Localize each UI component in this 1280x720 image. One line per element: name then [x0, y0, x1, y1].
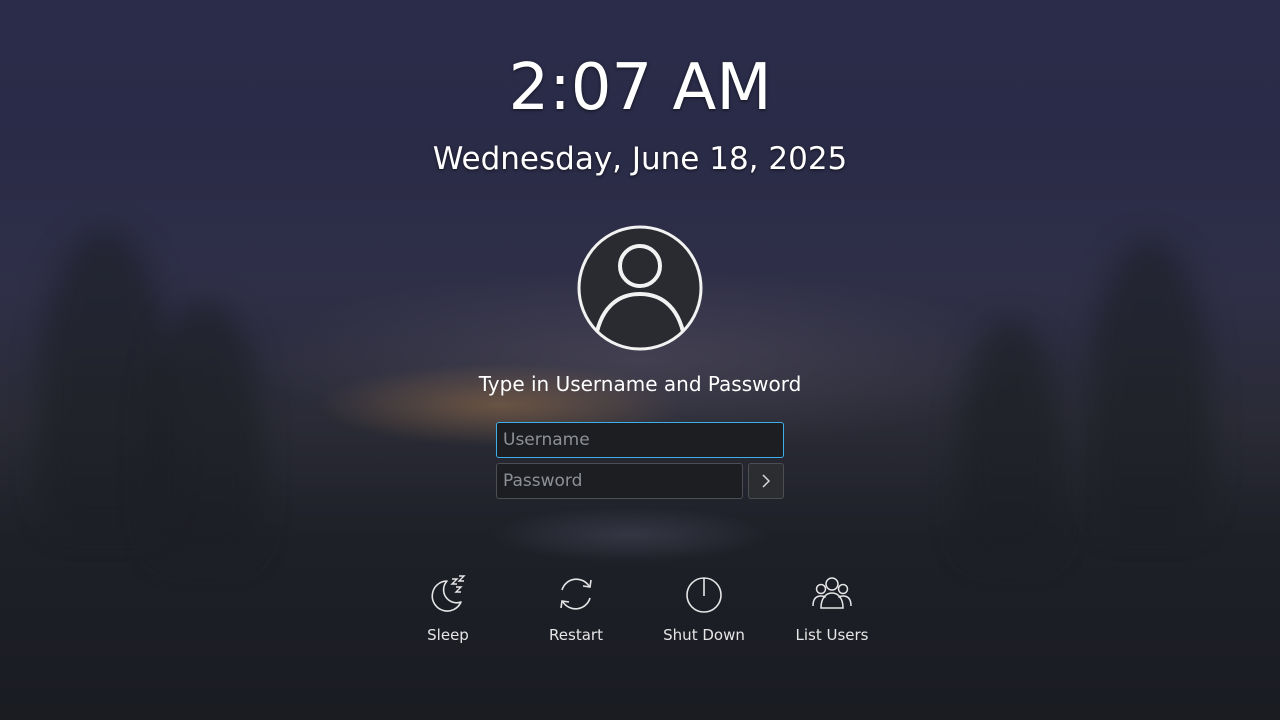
chevron-right-icon	[762, 474, 771, 488]
restart-icon	[560, 578, 592, 610]
login-prompt: Type in Username and Password	[478, 372, 802, 396]
shutdown-label: Shut Down	[663, 626, 745, 644]
list-users-button[interactable]: List Users	[777, 572, 887, 654]
restart-label: Restart	[549, 626, 603, 644]
login-screen: 2:07 AM Wednesday, June 18, 2025 Type in…	[0, 0, 1280, 720]
list-users-label: List Users	[795, 626, 869, 644]
shutdown-button[interactable]: Shut Down	[649, 572, 759, 654]
sleep-label: Sleep	[427, 626, 469, 644]
username-field[interactable]	[496, 422, 784, 458]
background-tree	[960, 320, 1060, 560]
sleep-icon	[431, 575, 466, 612]
background-tree	[150, 300, 260, 560]
password-field[interactable]	[496, 463, 743, 499]
power-icon	[686, 577, 722, 613]
sleep-button[interactable]: Sleep	[393, 572, 503, 654]
restart-button[interactable]: Restart	[521, 572, 631, 654]
clock-date: Wednesday, June 18, 2025	[432, 141, 848, 177]
login-button[interactable]	[748, 463, 784, 499]
users-icon	[812, 577, 852, 609]
clock-time: 2:07 AM	[508, 51, 772, 125]
user-avatar-icon	[577, 225, 703, 351]
